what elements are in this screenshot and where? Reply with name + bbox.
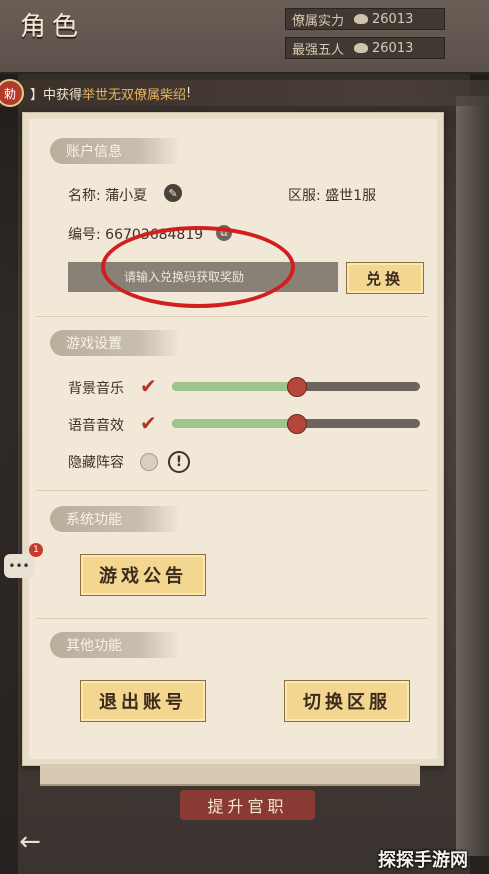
lotus-icon: [354, 14, 369, 24]
annotation-circle: [101, 226, 295, 308]
stat-label: 最强五人: [292, 42, 345, 58]
announcement-button[interactable]: 游戏公告: [80, 554, 206, 596]
logout-button[interactable]: 退出账号: [80, 680, 206, 722]
chat-icon[interactable]: •••: [4, 554, 34, 578]
panel-scroll-bottom: [40, 764, 420, 786]
bgm-checkbox[interactable]: ✔: [140, 376, 160, 396]
bgm-slider-thumb[interactable]: [287, 377, 307, 397]
bgm-label: 背景音乐: [68, 381, 124, 397]
lotus-icon: [354, 43, 369, 53]
divider: [36, 490, 428, 491]
divider: [36, 316, 428, 317]
edit-name-icon[interactable]: ✎: [164, 184, 182, 202]
account-server: 区服: 盛世1服: [288, 188, 377, 204]
hide-lineup-label: 隐藏阵容: [68, 455, 124, 471]
notice-banner: 勅 】中获得 举世无双僚属柴绍 !: [0, 79, 489, 107]
sfx-label: 语音音效: [68, 418, 124, 434]
promote-button[interactable]: 提升官职: [180, 790, 315, 820]
top-bar: 角色 僚属实力 26013 最强五人 26013: [0, 0, 489, 74]
notice-prefix: 】中获得: [30, 87, 83, 103]
section-game-settings: 游戏设置: [50, 330, 180, 356]
sfx-slider-thumb[interactable]: [287, 414, 307, 434]
section-other: 其他功能: [50, 632, 180, 658]
back-arrow-icon[interactable]: ←: [12, 824, 48, 860]
notice-highlight: 举世无双僚属柴绍: [82, 87, 187, 103]
section-account: 账户信息: [50, 138, 180, 164]
settings-panel: [22, 112, 444, 766]
hide-lineup-toggle[interactable]: [140, 453, 158, 471]
stat-power: 僚属实力 26013: [285, 8, 445, 30]
switch-server-button[interactable]: 切换区服: [284, 680, 410, 722]
sfx-slider[interactable]: [172, 414, 420, 434]
sfx-slider-fill: [172, 419, 296, 428]
bgm-slider-fill: [172, 382, 296, 391]
page-title: 角色: [20, 12, 85, 42]
stat-label: 僚属实力: [292, 13, 345, 29]
right-border: [456, 96, 489, 856]
stat-top-five: 最强五人 26013: [285, 37, 445, 59]
section-system: 系统功能: [50, 506, 180, 532]
sfx-checkbox[interactable]: ✔: [140, 413, 160, 433]
notice-suffix: !: [186, 85, 192, 101]
watermark: 探探手游网: [378, 850, 468, 871]
redeem-button[interactable]: 兑换: [346, 262, 424, 294]
notice-emblem-icon: 勅: [0, 79, 24, 107]
stat-value: 26013: [372, 11, 414, 27]
info-exclamation-icon[interactable]: !: [168, 451, 190, 473]
divider: [36, 618, 428, 619]
stat-value: 26013: [372, 40, 414, 56]
account-name: 名称: 蒲小夏: [68, 188, 148, 204]
chat-badge: 1: [29, 543, 43, 557]
bgm-slider[interactable]: [172, 377, 420, 397]
